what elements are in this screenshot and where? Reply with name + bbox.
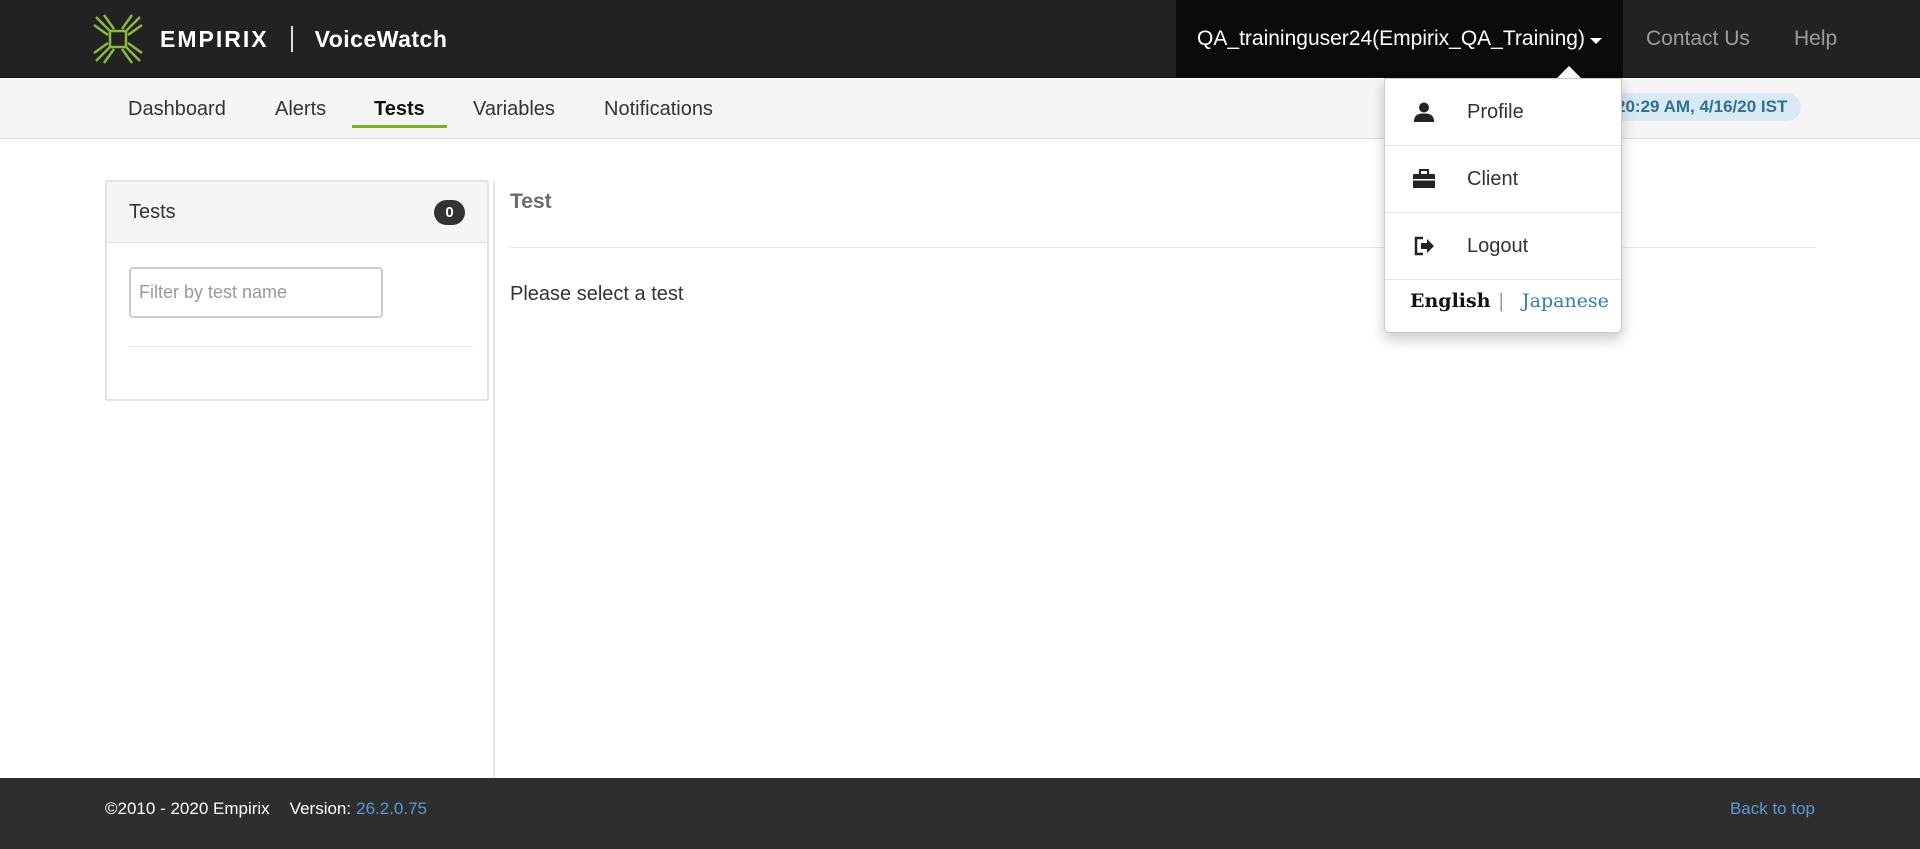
filter-test-name-input[interactable]	[129, 267, 383, 318]
empty-state-message: Please select a test	[510, 283, 684, 305]
tests-panel-header: Tests 0	[107, 182, 487, 243]
menu-item-client[interactable]: Client	[1385, 146, 1621, 213]
user-menu-toggle[interactable]: QA_traininguser24(Empirix_QA_Training)	[1176, 0, 1623, 78]
menu-item-profile[interactable]: Profile	[1385, 79, 1621, 146]
tab-alerts[interactable]: Alerts	[253, 79, 348, 139]
language-japanese[interactable]: Japanese	[1522, 290, 1609, 312]
test-detail-title: Test	[510, 190, 552, 213]
tab-variables[interactable]: Variables	[451, 79, 577, 139]
vertical-divider	[493, 180, 495, 778]
menu-item-label: Client	[1467, 167, 1519, 190]
menu-item-label: Profile	[1467, 100, 1524, 123]
brand[interactable]: EMPIRIX VoiceWatch	[90, 10, 447, 68]
brand-divider	[290, 26, 293, 52]
version-label: Version:	[289, 799, 352, 818]
user-dropdown-menu: Profile Client Logout English | Japanese	[1384, 78, 1622, 333]
tab-notifications[interactable]: Notifications	[582, 79, 735, 139]
copyright-text: ©2010 - 2020 Empirix	[105, 799, 270, 818]
panel-divider	[129, 346, 473, 347]
top-navbar: EMPIRIX VoiceWatch QA_traininguser24(Emp…	[0, 0, 1920, 78]
back-to-top-link[interactable]: Back to top	[1730, 778, 1815, 840]
footer-info: ©2010 - 2020 Empirix Version: 26.2.0.75	[105, 778, 427, 840]
language-separator: |	[1498, 289, 1505, 312]
user-icon	[1412, 100, 1436, 124]
briefcase-icon	[1412, 167, 1436, 191]
product-name: VoiceWatch	[314, 25, 448, 52]
logout-icon	[1412, 234, 1436, 258]
tests-panel: Tests 0	[105, 180, 489, 401]
tab-dashboard[interactable]: Dashboard	[106, 79, 248, 139]
brand-name: EMPIRIX	[160, 25, 269, 52]
tests-count-badge: 0	[434, 199, 465, 225]
user-menu-label: QA_traininguser24(Empirix_QA_Training)	[1197, 27, 1585, 50]
language-switcher: English | Japanese	[1385, 269, 1621, 332]
menu-item-label: Logout	[1467, 234, 1529, 257]
language-english[interactable]: English	[1410, 290, 1491, 312]
help-link[interactable]: Help	[1794, 0, 1837, 78]
tests-panel-title: Tests	[129, 200, 176, 223]
dropdown-arrow	[1557, 66, 1581, 78]
footer: ©2010 - 2020 Empirix Version: 26.2.0.75 …	[0, 778, 1920, 849]
caret-down-icon	[1589, 37, 1602, 44]
contact-us-link[interactable]: Contact Us	[1646, 0, 1750, 78]
version-value: 26.2.0.75	[356, 799, 428, 818]
tab-tests[interactable]: Tests	[352, 79, 447, 139]
empirix-logo-icon	[93, 14, 143, 64]
